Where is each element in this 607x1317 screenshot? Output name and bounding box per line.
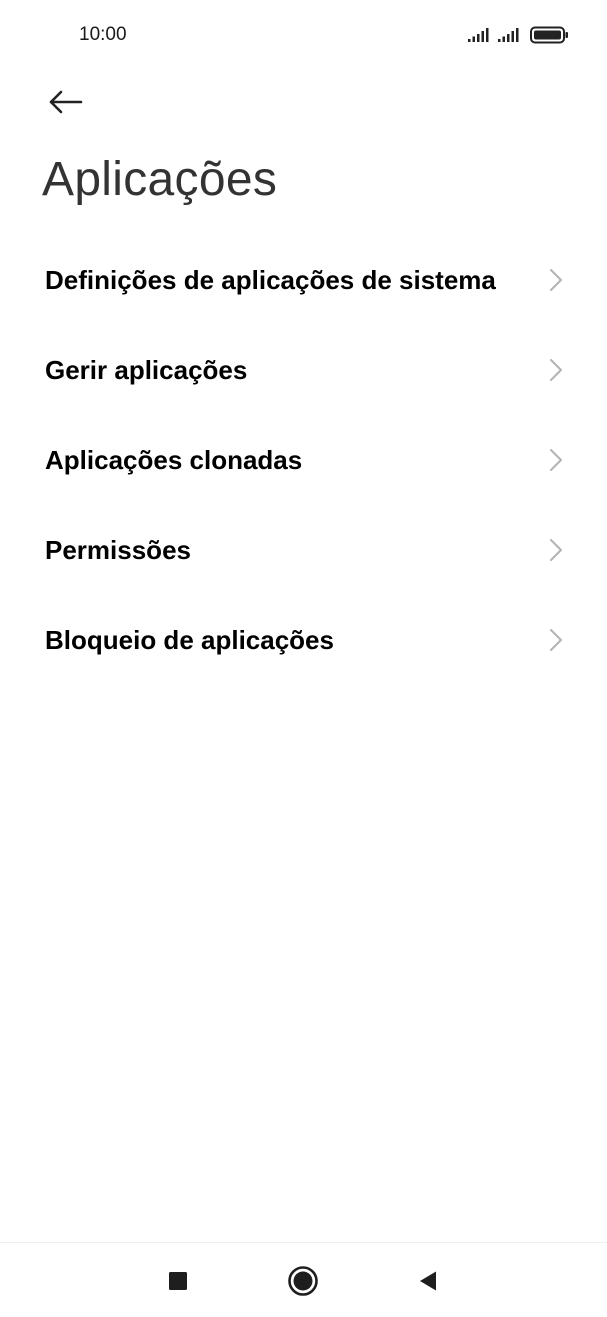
menu-item-label: Bloqueio de aplicações — [45, 624, 334, 655]
menu-item-system-app-settings[interactable]: Definições de aplicações de sistema — [0, 235, 607, 325]
chevron-right-icon — [550, 269, 562, 291]
menu-list: Definições de aplicações de sistema Geri… — [0, 235, 607, 685]
chevron-right-icon — [550, 449, 562, 471]
signal-icon — [498, 28, 519, 42]
home-circle-icon — [288, 1266, 318, 1296]
menu-item-label: Permissões — [45, 534, 191, 565]
status-time: 10:00 — [79, 24, 127, 45]
signal-icon — [468, 28, 489, 42]
menu-item-app-lock[interactable]: Bloqueio de aplicações — [0, 595, 607, 685]
menu-item-permissions[interactable]: Permissões — [0, 505, 607, 595]
home-button[interactable] — [283, 1261, 323, 1301]
menu-item-label: Definições de aplicações de sistema — [45, 264, 496, 295]
status-bar: 10:00 — [0, 0, 607, 72]
menu-item-label: Gerir aplicações — [45, 354, 248, 385]
back-nav-button[interactable] — [408, 1261, 448, 1301]
menu-item-cloned-apps[interactable]: Aplicações clonadas — [0, 415, 607, 505]
navigation-bar — [0, 1242, 607, 1317]
back-triangle-icon — [420, 1271, 436, 1291]
arrow-left-icon — [49, 90, 83, 114]
chevron-right-icon — [550, 359, 562, 381]
chevron-right-icon — [550, 629, 562, 651]
battery-icon — [530, 26, 568, 44]
chevron-right-icon — [550, 539, 562, 561]
back-button[interactable] — [40, 80, 92, 124]
recents-button[interactable] — [158, 1261, 198, 1301]
page-title: Aplicações — [42, 153, 278, 206]
recents-square-icon — [169, 1272, 187, 1290]
menu-item-manage-apps[interactable]: Gerir aplicações — [0, 325, 607, 415]
menu-item-label: Aplicações clonadas — [45, 444, 303, 475]
